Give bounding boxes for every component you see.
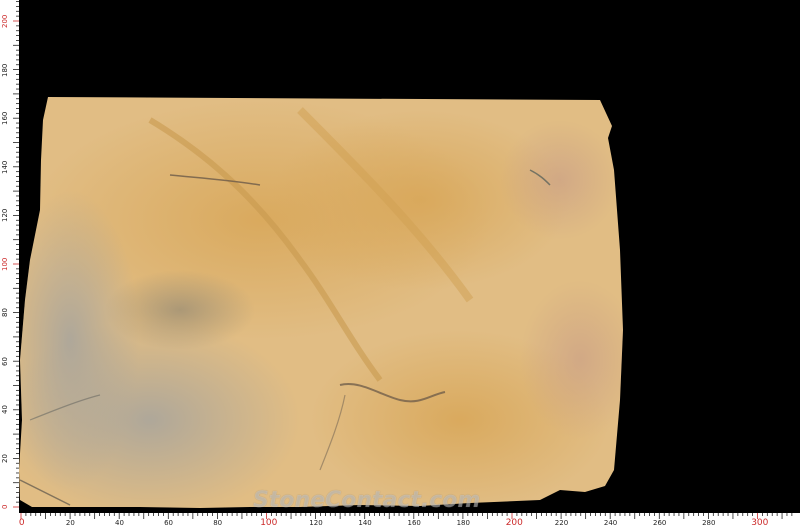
bottom-ruler-label: 260 <box>653 519 667 527</box>
bottom-ruler-label: 100 <box>260 518 278 528</box>
left-ruler-label: 60 <box>1 356 9 366</box>
ruler-ticks <box>13 1 793 519</box>
bottom-ruler-label: 20 <box>65 519 75 527</box>
left-ruler-label: 80 <box>1 308 9 318</box>
bottom-ruler-label: 120 <box>309 519 323 527</box>
left-ruler-label: 200 <box>1 14 9 28</box>
bottom-ruler-label: 200 <box>505 518 523 528</box>
left-ruler-label: 100 <box>1 257 9 271</box>
bottom-ruler-label: 160 <box>407 519 421 527</box>
left-ruler-label: 0 <box>1 504 9 510</box>
left-ruler-label: 120 <box>1 208 9 223</box>
bottom-ruler-label: 0 <box>18 518 25 528</box>
left-ruler-label: 20 <box>1 454 9 463</box>
bottom-ruler-label: 220 <box>554 519 569 527</box>
left-ruler-label: 160 <box>1 111 9 126</box>
bottom-ruler-label: 80 <box>213 519 223 527</box>
left-ruler-label: 40 <box>1 405 9 415</box>
bottom-ruler-label: 300 <box>751 518 769 528</box>
watermark-text: StoneContact.com <box>253 488 481 513</box>
bottom-ruler-label: 140 <box>358 519 372 527</box>
bottom-ruler-label: 180 <box>456 519 470 527</box>
bottom-ruler-label: 40 <box>115 519 124 527</box>
left-ruler-label: 140 <box>1 160 9 174</box>
bottom-ruler-label: 280 <box>702 519 716 527</box>
slab-image-canvas: 0 20 40 60 80 100 120 140 160 180 200 0 20 40 60 80 100… <box>0 0 800 531</box>
bottom-ruler-label: 60 <box>164 519 174 527</box>
bottom-ruler-label: 240 <box>603 519 618 527</box>
left-ruler-label: 180 <box>1 63 9 77</box>
